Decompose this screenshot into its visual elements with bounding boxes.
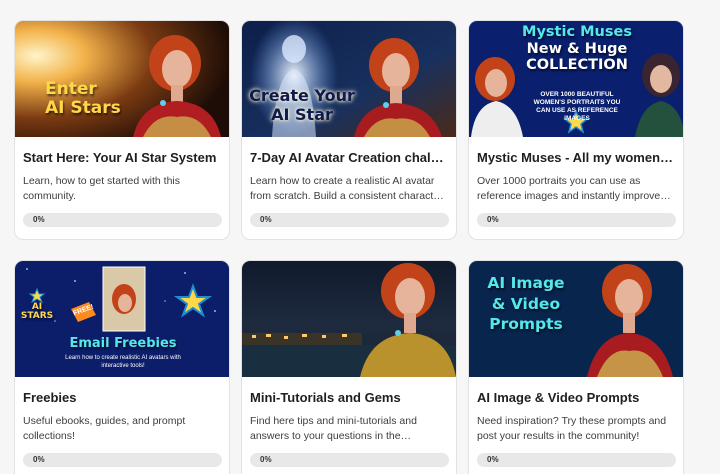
thumbnail-caption: Learn how to create realistic AI avatars… (65, 355, 181, 369)
card-title: Freebies (23, 390, 77, 405)
course-thumbnail: Mystic Muses New & Huge COLLECTION OVER … (469, 21, 683, 137)
progress-bar: 0% (250, 213, 449, 227)
progress-label: 0% (487, 455, 499, 464)
card-description: Over 1000 portraits you can use as refer… (477, 175, 661, 202)
thumbnail-caption: OVER 1000 BEAUTIFUL WOMEN'S PORTRAITS YO… (533, 91, 621, 123)
progress-label: 0% (33, 455, 45, 464)
course-card-avatar-challenge[interactable]: Create Your AI Star 7-Day AI Avatar Crea… (241, 20, 457, 240)
card-title: Mystic Muses - All my women's p... (477, 150, 674, 165)
course-thumbnail (242, 261, 456, 377)
course-thumbnail: Enter AI Stars (15, 21, 229, 137)
progress-bar: 0% (250, 453, 449, 467)
progress-label: 0% (260, 215, 272, 224)
thumbnail-title: Create Your AI Star (249, 86, 355, 124)
course-card-prompts[interactable]: AI Image & Video Prompts AI Image & Vide… (468, 260, 684, 474)
course-thumbnail: AI STARS FREE! Email Freebies Learn how … (15, 261, 229, 377)
thumbnail-title: Email Freebies (69, 336, 177, 351)
progress-label: 0% (260, 455, 272, 464)
progress-bar: 0% (477, 453, 676, 467)
card-description: Need inspiration? Try these prompts and … (477, 415, 667, 442)
progress-bar: 0% (23, 453, 222, 467)
thumbnail-badge: AI STARS (20, 302, 54, 321)
card-title: Mini-Tutorials and Gems (250, 390, 401, 405)
progress-bar: 0% (477, 213, 676, 227)
card-description: Learn, how to get started with this comm… (23, 175, 181, 202)
card-description: Useful ebooks, guides, and prompt collec… (23, 415, 186, 442)
thumbnail-title: AI Image & Video Prompts (487, 274, 565, 334)
course-thumbnail: Create Your AI Star (242, 21, 456, 137)
card-description: Learn how to create a realistic AI avata… (250, 175, 445, 202)
thumbnail-title: Enter AI Stars (45, 79, 121, 118)
card-title: Start Here: Your AI Star System (23, 150, 217, 165)
card-title: AI Image & Video Prompts (477, 390, 640, 405)
course-thumbnail: AI Image & Video Prompts (469, 261, 683, 377)
course-card-mini-tutorials[interactable]: Mini-Tutorials and Gems Find here tips a… (241, 260, 457, 474)
card-title: 7-Day AI Avatar Creation challenge (250, 150, 447, 165)
course-card-mystic-muses[interactable]: Mystic Muses New & Huge COLLECTION OVER … (468, 20, 684, 240)
progress-label: 0% (487, 215, 499, 224)
course-card-freebies[interactable]: AI STARS FREE! Email Freebies Learn how … (14, 260, 230, 474)
progress-bar: 0% (23, 213, 222, 227)
card-description: Find here tips and mini-tutorials and an… (250, 415, 417, 442)
course-card-start-here[interactable]: Enter AI Stars Start Here: Your AI Star … (14, 20, 230, 240)
progress-label: 0% (33, 215, 45, 224)
thumbnail-title: Mystic Muses New & Huge COLLECTION (522, 24, 632, 73)
